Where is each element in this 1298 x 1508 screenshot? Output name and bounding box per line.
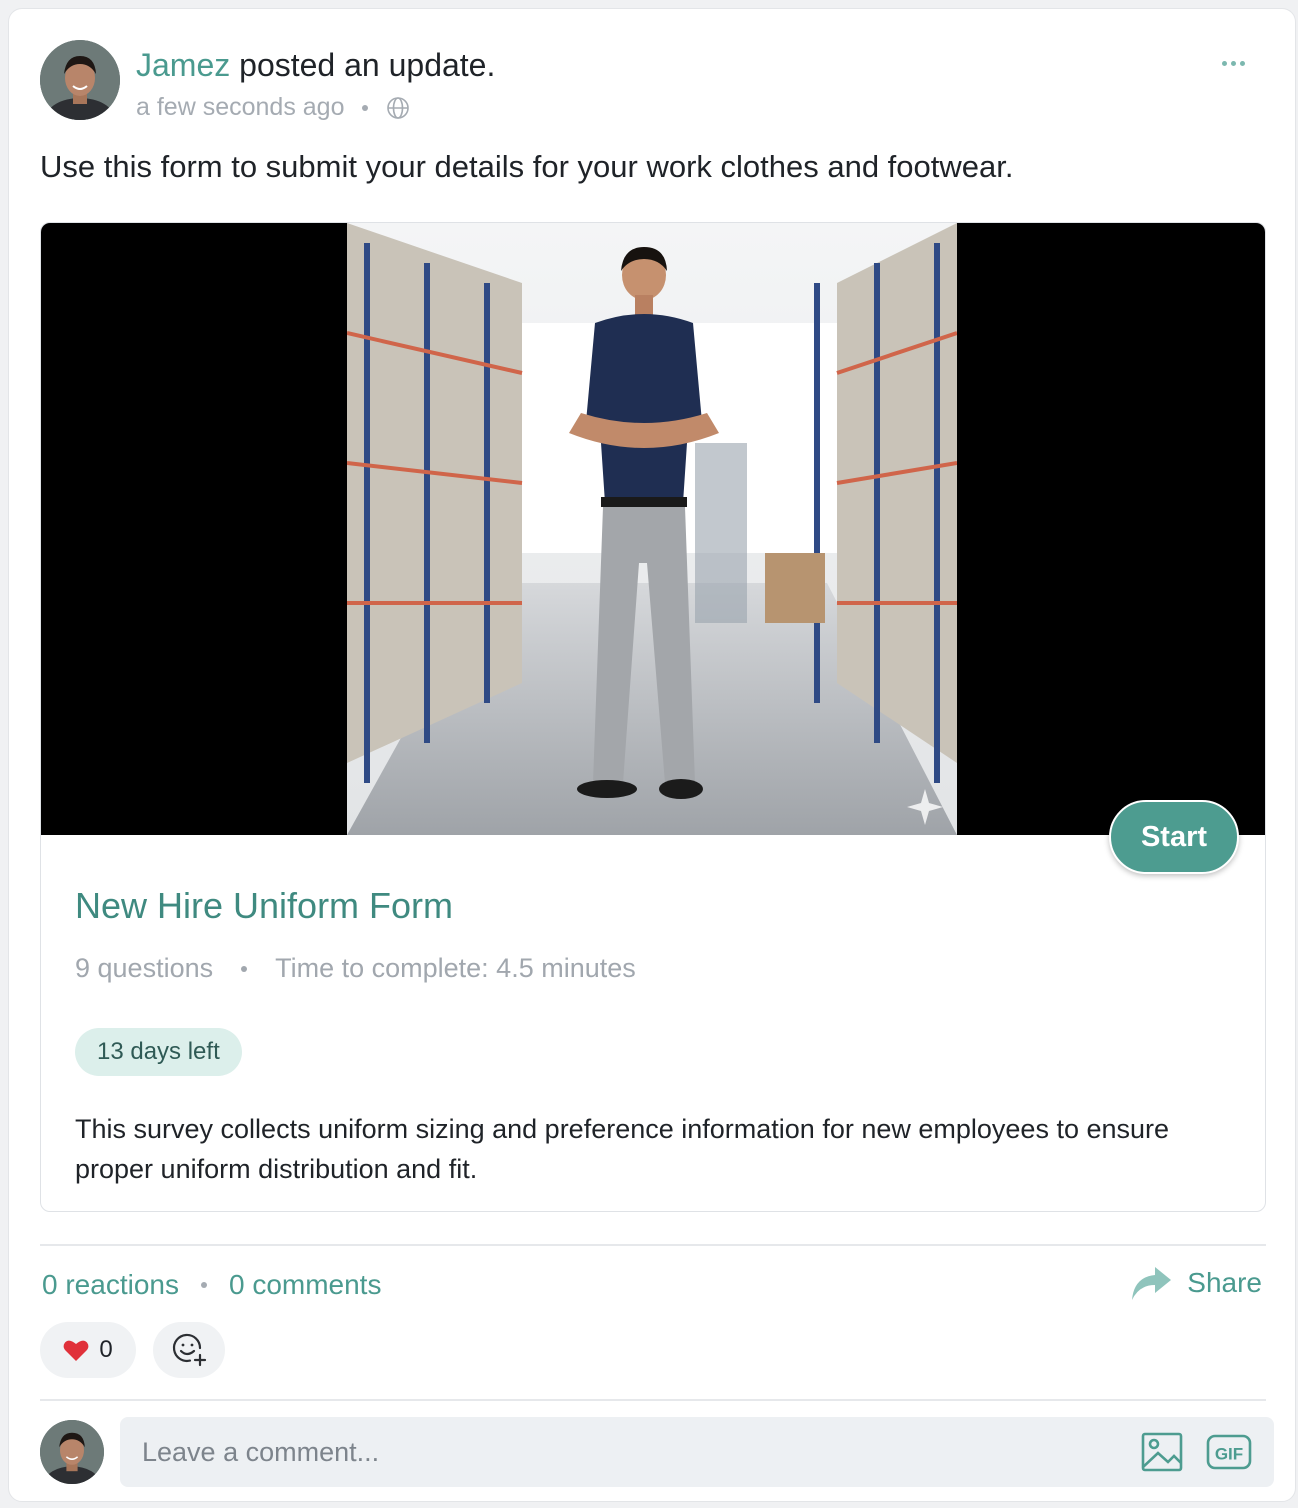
deadline-badge: 13 days left bbox=[75, 1028, 242, 1076]
heart-icon bbox=[63, 1340, 89, 1361]
more-options-icon[interactable] bbox=[1216, 55, 1251, 72]
share-label: Share bbox=[1187, 1267, 1262, 1298]
form-attachment-card[interactable]: Start New Hire Uniform Form 9 questions … bbox=[40, 222, 1266, 1212]
heart-reaction-pill[interactable]: 0 bbox=[40, 1322, 136, 1378]
comments-count-link[interactable]: 0 comments bbox=[229, 1269, 382, 1301]
post-header: Jamez posted an update. bbox=[136, 45, 495, 85]
gif-icon[interactable]: GIF bbox=[1206, 1434, 1252, 1470]
post-card: Jamez posted an update. a few seconds ag… bbox=[8, 8, 1296, 1502]
add-reaction-button[interactable] bbox=[153, 1322, 225, 1378]
post-timestamp: a few seconds ago bbox=[136, 93, 345, 121]
post-meta: a few seconds ago bbox=[136, 93, 410, 122]
start-button[interactable]: Start bbox=[1109, 800, 1239, 874]
svg-text:GIF: GIF bbox=[1215, 1445, 1243, 1464]
post-stats: 0 reactions 0 comments bbox=[42, 1269, 381, 1301]
divider bbox=[40, 1399, 1266, 1401]
author-avatar[interactable] bbox=[40, 40, 120, 120]
comment-input[interactable] bbox=[120, 1417, 1110, 1487]
post-action: posted an update. bbox=[230, 47, 496, 83]
form-cover-image bbox=[347, 223, 957, 835]
reactions-count-link[interactable]: 0 reactions bbox=[42, 1269, 179, 1301]
question-count: 9 questions bbox=[75, 953, 214, 983]
comment-composer: GIF bbox=[120, 1417, 1274, 1487]
form-cover-media bbox=[41, 223, 1265, 835]
share-button[interactable]: Share bbox=[1129, 1263, 1262, 1303]
separator-dot bbox=[200, 1282, 207, 1288]
author-name[interactable]: Jamez bbox=[136, 47, 230, 83]
form-description: This survey collects uniform sizing and … bbox=[75, 1114, 1170, 1184]
share-arrow-icon bbox=[1132, 1267, 1172, 1300]
completion-time: Time to complete: 4.5 minutes bbox=[275, 953, 636, 983]
post-text: Use this form to submit your details for… bbox=[40, 149, 1014, 184]
separator-dot bbox=[241, 965, 248, 972]
current-user-avatar[interactable] bbox=[40, 1420, 104, 1484]
divider bbox=[40, 1244, 1266, 1246]
form-meta: 9 questions Time to complete: 4.5 minute… bbox=[75, 953, 636, 984]
separator-dot bbox=[362, 104, 369, 111]
globe-icon bbox=[387, 96, 410, 119]
add-emoji-icon bbox=[172, 1333, 207, 1367]
form-title[interactable]: New Hire Uniform Form bbox=[75, 885, 453, 927]
heart-count: 0 bbox=[99, 1336, 113, 1363]
image-upload-icon[interactable] bbox=[1140, 1431, 1184, 1473]
